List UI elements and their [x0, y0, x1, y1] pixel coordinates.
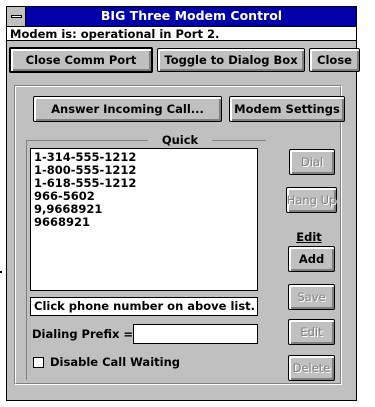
phone-number-list[interactable]: 1-314-555-1212 1-800-555-1212 1-618-555-12…	[30, 148, 258, 291]
modem-status: Modem is: operational in Port 2.	[7, 27, 356, 41]
delete-button[interactable]: Delete	[288, 355, 335, 381]
dialing-prefix-label: Dialing Prefix =	[32, 327, 134, 341]
modem-settings-button[interactable]: Modem Settings	[229, 96, 345, 122]
hang-up-button[interactable]: Hang Up	[286, 187, 337, 213]
toggle-dialog-button[interactable]: Toggle to Dialog Box	[157, 48, 305, 72]
dial-button[interactable]: Dial	[289, 149, 335, 175]
close-button[interactable]: Close	[309, 48, 360, 72]
phone-number-item[interactable]: 9668921	[34, 216, 257, 229]
close-comm-port-button[interactable]: Close Comm Port	[9, 47, 153, 73]
title-bar: BIG Three Modem Control	[7, 7, 356, 27]
disable-call-waiting-label: Disable Call Waiting	[50, 355, 180, 369]
instruction-text: Click phone number on above list.	[30, 297, 258, 316]
edit-button[interactable]: Edit	[288, 319, 335, 345]
dialing-prefix-input[interactable]	[133, 324, 258, 344]
disable-call-waiting-checkbox[interactable]	[33, 357, 44, 368]
answer-call-button[interactable]: Answer Incoming Call...	[33, 96, 222, 122]
save-button[interactable]: Save	[288, 284, 335, 310]
window-title: BIG Three Modem Control	[100, 8, 283, 23]
add-button[interactable]: Add	[288, 246, 335, 272]
stray-dot	[0, 271, 2, 273]
system-menu-icon[interactable]	[7, 7, 26, 26]
